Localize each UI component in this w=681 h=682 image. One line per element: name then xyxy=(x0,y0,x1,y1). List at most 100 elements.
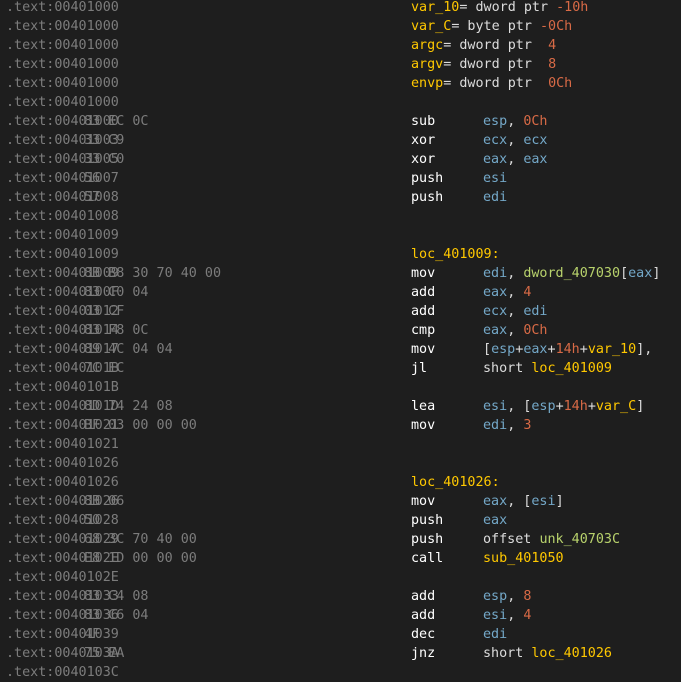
address-text: .text:0040102E xyxy=(6,570,119,585)
address-text: .text:00401000 xyxy=(6,57,119,72)
operand-token: short xyxy=(483,361,532,376)
listing-line[interactable]: .text:00401000 envp= dword ptr 0Ch xyxy=(0,74,681,93)
opcode-bytes: 8B 06 xyxy=(84,494,125,509)
instruction-operands: short loc_401009 xyxy=(483,359,612,378)
operand-token: esp xyxy=(483,114,508,129)
instruction-mnemonic: add xyxy=(411,304,436,319)
instruction-operands: sub_401050 xyxy=(483,549,564,568)
instruction-mnemonic: mov xyxy=(411,494,436,509)
listing-line[interactable]: .text:0040102E E8 1D 00 00 00 call sub_4010… xyxy=(0,549,681,568)
operand-token: , xyxy=(507,114,524,129)
listing-line[interactable]: .text:00401008 xyxy=(0,207,681,226)
listing-line[interactable]: .text:00401009 xyxy=(0,226,681,245)
operand-token: , xyxy=(507,152,524,167)
address-text: .text:00401009 xyxy=(6,228,119,243)
operand-token: ecx xyxy=(483,133,508,148)
address-text: .text:0040101B xyxy=(6,380,119,395)
listing-line[interactable]: .text:00401000 argv= dword ptr 8 xyxy=(0,55,681,74)
code-token: = byte ptr xyxy=(451,19,540,34)
instruction-mnemonic: mov xyxy=(411,418,436,433)
operand-token: [ xyxy=(483,342,492,357)
instruction-mnemonic: mov xyxy=(411,342,436,357)
listing-line[interactable]: .text:00401009 loc_401009: xyxy=(0,245,681,264)
operand-token: eax xyxy=(483,513,508,528)
operand-token: eax xyxy=(483,285,508,300)
instruction-operands: eax xyxy=(483,511,507,530)
operand-token: esi xyxy=(483,171,508,186)
listing-line[interactable]: .text:0040101B 7C EC jl short loc_401009 xyxy=(0,359,681,378)
operand-token: var_C xyxy=(595,399,637,414)
instruction-mnemonic: xor xyxy=(411,133,436,148)
opcode-bytes: 03 CF xyxy=(84,304,125,319)
listing-line[interactable]: .text:00401039 4F dec edi xyxy=(0,625,681,644)
operand-token: + xyxy=(547,342,556,357)
operand-token: 0Ch xyxy=(523,323,548,338)
listing-line[interactable]: .text:00401026 loc_401026: xyxy=(0,473,681,492)
address-text: .text:00401000 xyxy=(6,95,119,110)
stack-variable-definition: var_C= byte ptr -0Ch xyxy=(411,17,572,36)
listing-line[interactable]: .text:00401017 89 4C 04 04 mov [esp+eax+14h… xyxy=(0,340,681,359)
listing-line[interactable]: .text:00401008 57 push edi xyxy=(0,188,681,207)
listing-line[interactable]: .text:0040103A 75 EA jnz short loc_401026 xyxy=(0,644,681,663)
opcode-bytes: 83 F8 0C xyxy=(84,323,149,338)
listing-line[interactable]: .text:00401000 var_10= dword ptr -10h xyxy=(0,0,681,17)
instruction-operands: edi, dword_407030[eax] xyxy=(483,264,660,283)
operand-token: offset xyxy=(483,532,540,547)
listing-line[interactable]: .text:00401021 BF 03 00 00 00 mov edi, 3 xyxy=(0,416,681,435)
listing-line[interactable]: .text:0040101D 8D 74 24 08 lea esi, [esp+14… xyxy=(0,397,681,416)
operand-token: + xyxy=(579,342,588,357)
instruction-operands: esp, 0Ch xyxy=(483,112,548,131)
listing-line[interactable]: .text:00401021 xyxy=(0,435,681,454)
listing-line[interactable]: .text:0040103C xyxy=(0,663,681,682)
operand-token: loc_401009 xyxy=(531,361,612,376)
instruction-mnemonic: jnz xyxy=(411,646,436,661)
address-text: .text:0040103C xyxy=(6,665,119,680)
listing-line[interactable]: .text:00401028 50 push eax xyxy=(0,511,681,530)
stack-variable-definition: argv= dword ptr 8 xyxy=(411,55,556,74)
listing-line[interactable]: .text:00401033 83 C4 08 add esp, 8 xyxy=(0,587,681,606)
instruction-operands: short loc_401026 xyxy=(483,644,612,663)
code-token: var_10 xyxy=(411,0,460,15)
operand-token: eax xyxy=(523,152,548,167)
operand-token: , xyxy=(507,589,524,604)
listing-line[interactable]: .text:00401014 83 F8 0C cmp eax, 0Ch xyxy=(0,321,681,340)
listing-line[interactable]: .text:00401000 var_C= byte ptr -0Ch xyxy=(0,17,681,36)
operand-token: ecx xyxy=(523,133,548,148)
code-token: loc_401009: xyxy=(411,247,500,262)
listing-line[interactable]: .text:0040101B xyxy=(0,378,681,397)
listing-line[interactable]: .text:00401003 33 C9 xor ecx, ecx xyxy=(0,131,681,150)
operand-token: eax xyxy=(483,152,508,167)
listing-line[interactable]: .text:00401012 03 CF add ecx, edi xyxy=(0,302,681,321)
operand-token: esp xyxy=(491,342,516,357)
instruction-mnemonic: push xyxy=(411,190,444,205)
operand-token: , xyxy=(507,418,524,433)
listing-line[interactable]: .text:00401026 8B 06 mov eax, [esi] xyxy=(0,492,681,511)
operand-token: , xyxy=(507,266,524,281)
listing-line[interactable]: .text:00401036 83 C6 04 add esi, 4 xyxy=(0,606,681,625)
listing-line[interactable]: .text:00401029 68 3C 70 40 00 push offset u… xyxy=(0,530,681,549)
opcode-bytes: 8B B8 30 70 40 00 xyxy=(84,266,222,281)
listing-line[interactable]: .text:00401000 83 EC 0C sub esp, 0Ch xyxy=(0,112,681,131)
opcode-bytes: 8D 74 24 08 xyxy=(84,399,173,414)
operand-token: esp xyxy=(531,399,556,414)
operand-token: + xyxy=(555,399,564,414)
operand-token: ] xyxy=(636,399,645,414)
operand-token: esp xyxy=(483,589,508,604)
listing-line[interactable]: .text:00401000 xyxy=(0,93,681,112)
operand-token: 14h xyxy=(555,342,580,357)
operand-token: , xyxy=(507,285,524,300)
listing-line[interactable]: .text:00401026 xyxy=(0,454,681,473)
listing-line[interactable]: .text:00401000 argc= dword ptr 4 xyxy=(0,36,681,55)
opcode-bytes: 50 xyxy=(84,513,101,528)
instruction-operands: esp, 8 xyxy=(483,587,531,606)
code-token: var_C xyxy=(411,19,452,34)
listing-line[interactable]: .text:00401007 56 push esi xyxy=(0,169,681,188)
listing-line[interactable]: .text:0040102E xyxy=(0,568,681,587)
opcode-bytes: 33 C0 xyxy=(84,152,125,167)
opcode-bytes: 33 C9 xyxy=(84,133,125,148)
instruction-mnemonic: lea xyxy=(411,399,436,414)
listing-line[interactable]: .text:0040100F 83 C0 04 add eax, 4 xyxy=(0,283,681,302)
listing-line[interactable]: .text:00401005 33 C0 xor eax, eax xyxy=(0,150,681,169)
disassembly-listing[interactable]: .text:00401000 var_10= dword ptr -10h .tex… xyxy=(0,0,681,682)
listing-line[interactable]: .text:00401009 8B B8 30 70 40 00 mov edi, d… xyxy=(0,264,681,283)
